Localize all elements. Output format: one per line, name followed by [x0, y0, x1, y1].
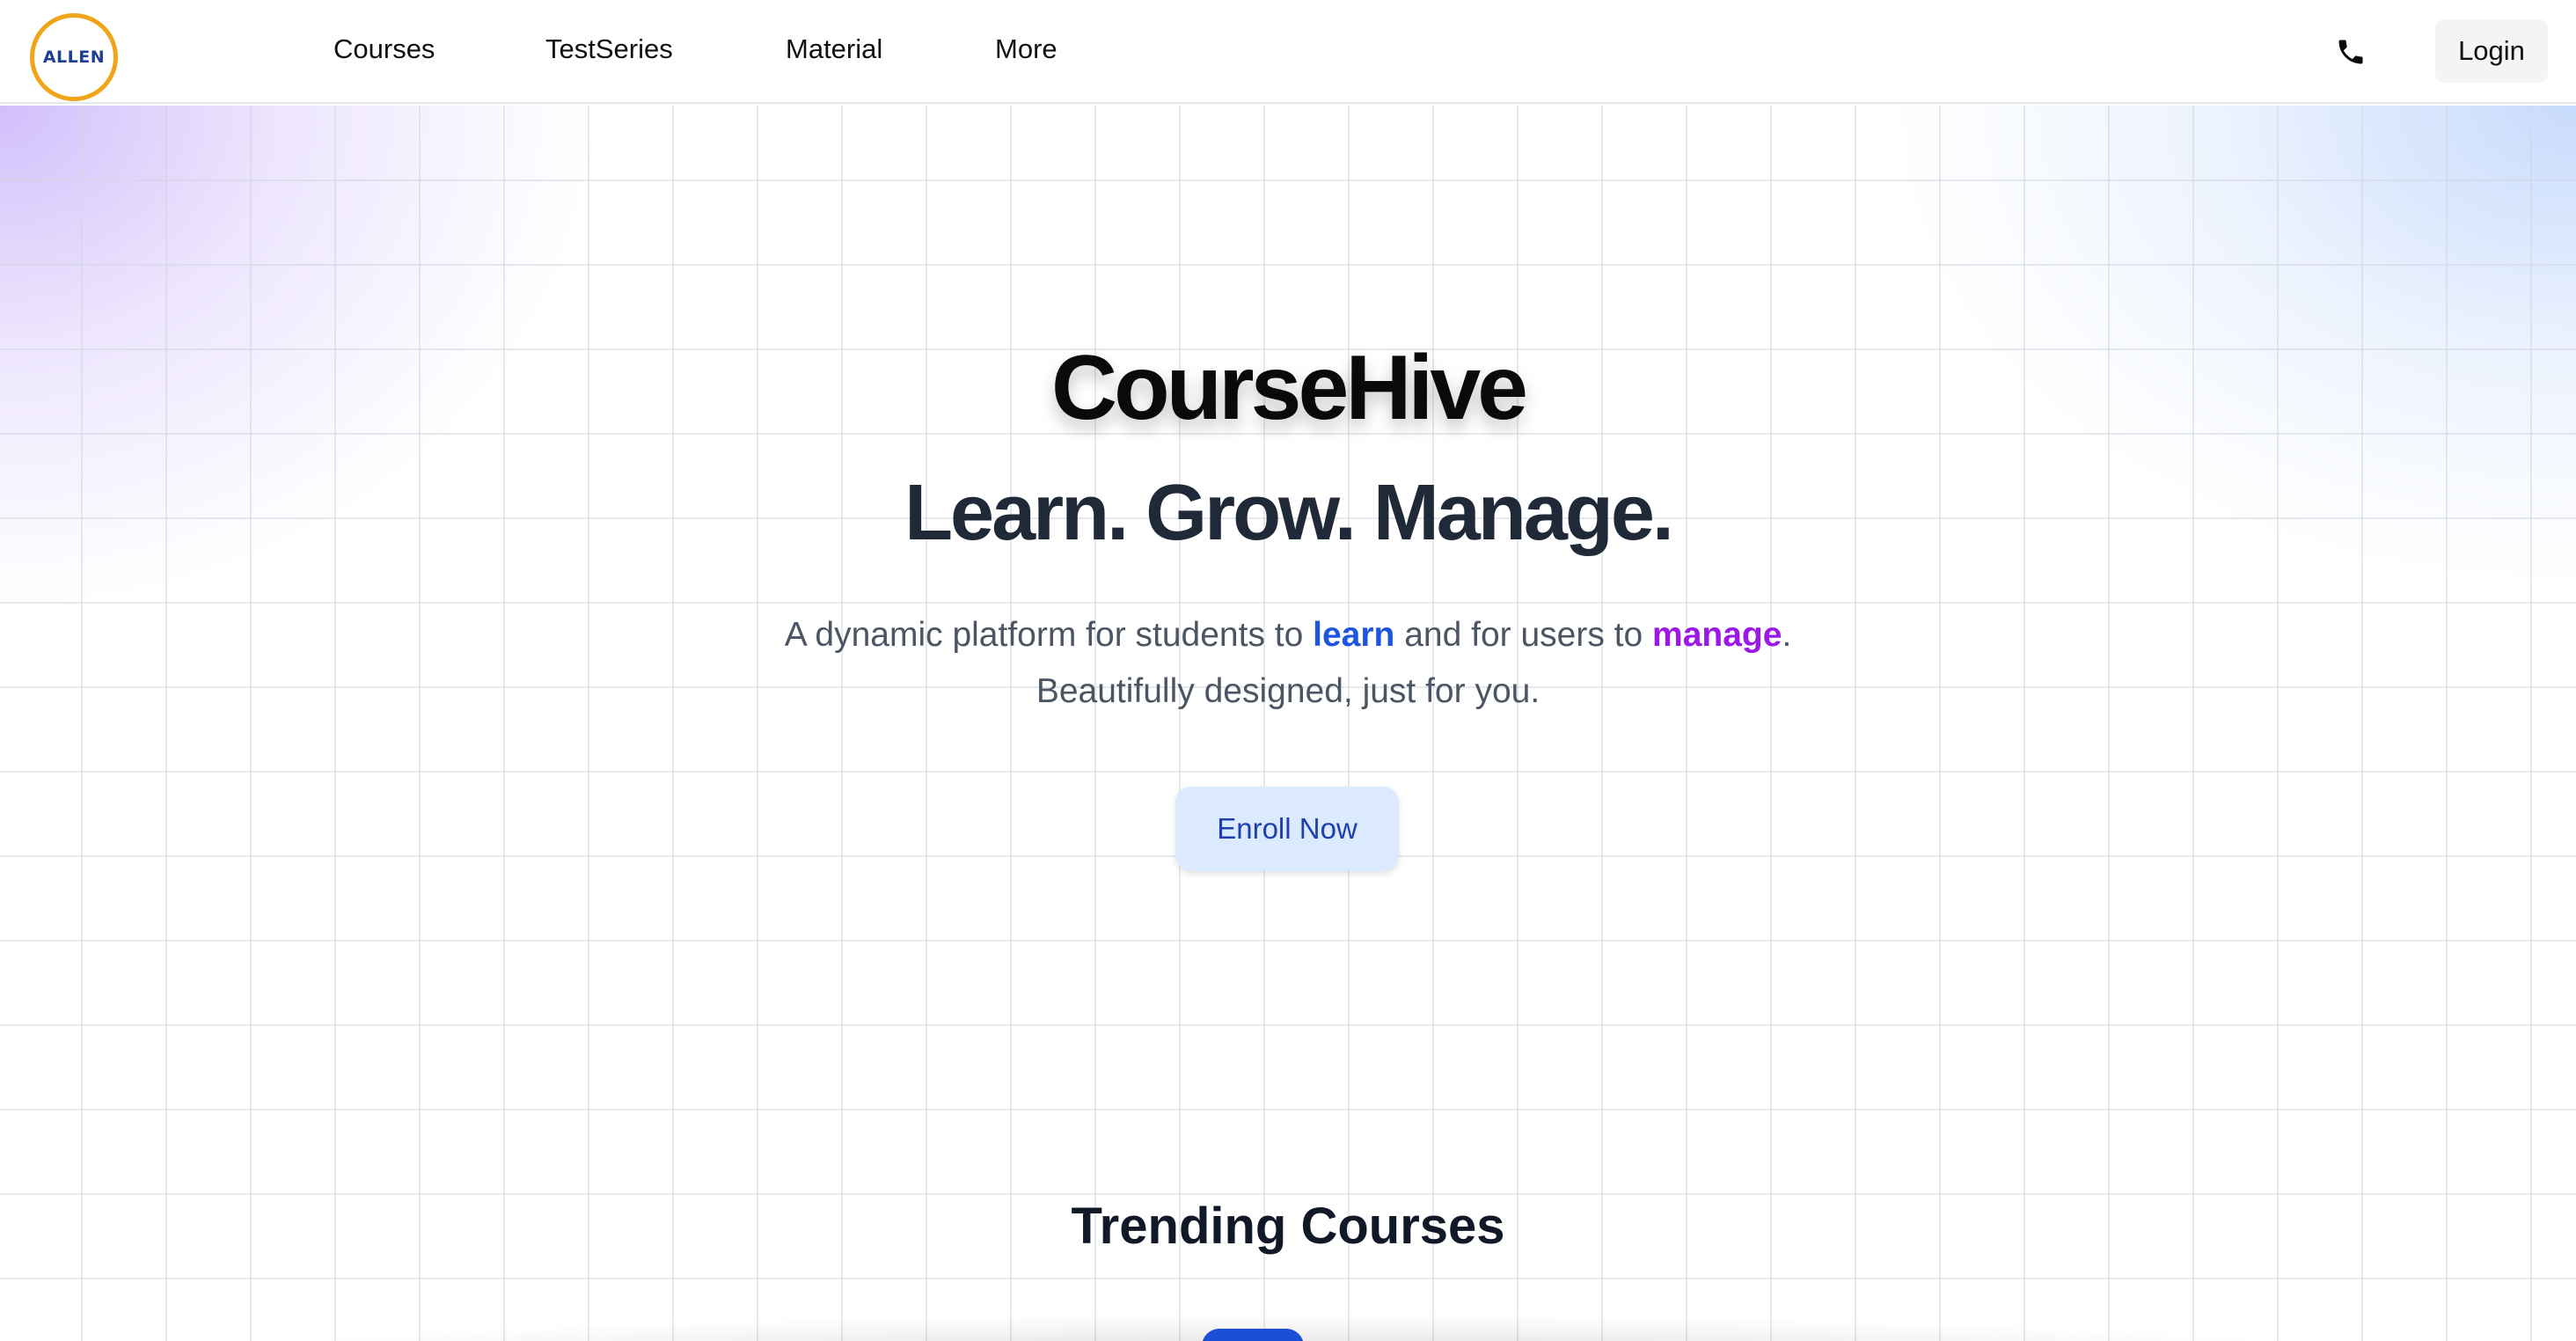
hero-description: A dynamic platform for students to learn…: [0, 607, 2576, 720]
trending-courses-title: Trending Courses: [1071, 1198, 1505, 1255]
desc-line2: Beautifully designed, just for you.: [1036, 672, 1540, 710]
top-navbar: ALLEN Courses TestSeries Material More L…: [0, 0, 2576, 104]
desc-text-part1: A dynamic platform for students to: [784, 616, 1314, 654]
hero-tagline: Learn. Grow. Manage.: [904, 469, 1674, 557]
phone-button[interactable]: [2333, 34, 2368, 70]
hero-section: CourseHive Learn. Grow. Manage. A dynami…: [0, 106, 2576, 1341]
phone-icon: [2338, 40, 2363, 64]
nav-item-testseries[interactable]: TestSeries: [545, 33, 673, 65]
carousel-active-indicator[interactable]: [1202, 1329, 1304, 1341]
keyword-manage: manage: [1652, 616, 1782, 654]
desc-text-part3: .: [1782, 616, 1792, 654]
login-button[interactable]: Login: [2435, 19, 2548, 83]
brand-title: CourseHive: [1051, 337, 1528, 439]
desc-text-part2: and for users to: [1394, 616, 1653, 654]
keyword-learn: learn: [1313, 616, 1395, 654]
nav-item-material[interactable]: Material: [786, 33, 882, 65]
nav-links: Courses TestSeries Material More: [0, 0, 2576, 104]
enroll-now-button[interactable]: Enroll Now: [1175, 787, 1399, 871]
nav-item-more[interactable]: More: [995, 33, 1057, 65]
nav-item-courses[interactable]: Courses: [333, 33, 435, 65]
grid-pattern: [0, 106, 2576, 1341]
